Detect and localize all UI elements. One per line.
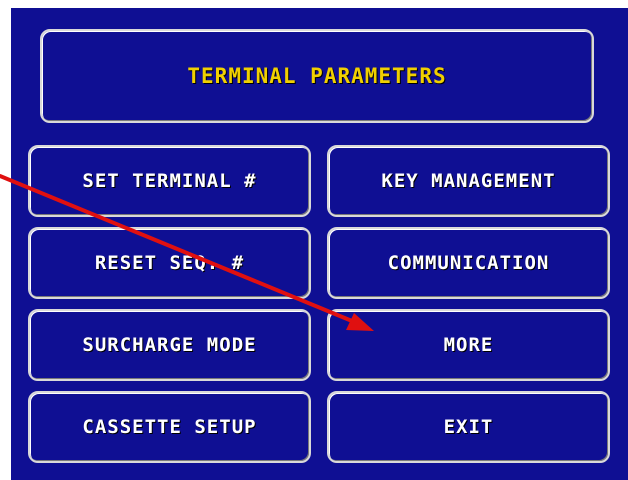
atm-screen-stage: TERMINAL PARAMETERS SET TERMINAL # KEY M…: [0, 0, 628, 480]
cassette-setup-button[interactable]: CASSETTE SETUP: [28, 391, 311, 463]
title-panel: TERMINAL PARAMETERS: [40, 29, 594, 123]
more-button[interactable]: MORE: [327, 309, 610, 381]
more-label: MORE: [443, 334, 494, 356]
page-title: TERMINAL PARAMETERS: [187, 64, 447, 88]
key-management-label: KEY MANAGEMENT: [381, 170, 556, 192]
surcharge-mode-button[interactable]: SURCHARGE MODE: [28, 309, 311, 381]
exit-button[interactable]: EXIT: [327, 391, 610, 463]
key-management-button[interactable]: KEY MANAGEMENT: [327, 145, 610, 217]
set-terminal-label: SET TERMINAL #: [82, 170, 257, 192]
set-terminal-button[interactable]: SET TERMINAL #: [28, 145, 311, 217]
communication-label: COMMUNICATION: [387, 252, 550, 274]
reset-seq-label: RESET SEQ. #: [94, 252, 245, 274]
exit-label: EXIT: [443, 416, 494, 438]
reset-seq-button[interactable]: RESET SEQ. #: [28, 227, 311, 299]
communication-button[interactable]: COMMUNICATION: [327, 227, 610, 299]
surcharge-mode-label: SURCHARGE MODE: [82, 334, 257, 356]
cassette-setup-label: CASSETTE SETUP: [82, 416, 257, 438]
